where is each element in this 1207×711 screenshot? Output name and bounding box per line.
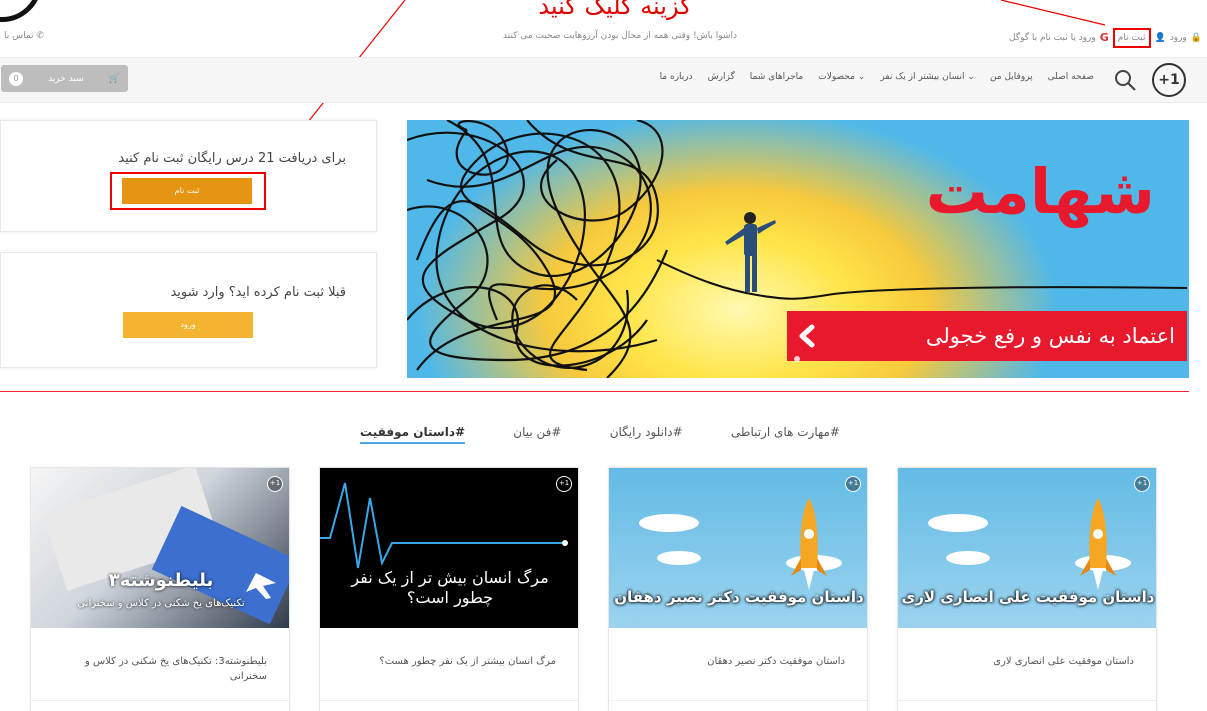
- nav-item-home[interactable]: صفحه اصلی: [1048, 72, 1094, 82]
- post-thumbnail-caption: مرگ انسان بیش تر از یک نفر چطور است؟: [351, 568, 549, 607]
- post-card[interactable]: +1 داستان موفقیت دکتر نصیر دهقان داستان …: [608, 467, 868, 711]
- cart-button[interactable]: 0 سبد خرید 🛒: [1, 65, 128, 92]
- google-login-link[interactable]: ورود یا ثبت نام با گوگل: [1009, 32, 1096, 44]
- banner-subtitle: اعتماد به نفس و رفع خجولی: [925, 324, 1175, 348]
- register-panel-title: برای دریافت 21 درس رایگان ثبت نام کنید: [118, 151, 346, 166]
- cart-count-badge: 0: [9, 71, 23, 86]
- tab-free-download[interactable]: #دانلود رایگان: [610, 425, 683, 444]
- post-thumbnail: +1 داستان موفقیت علی انصاری لاری: [898, 468, 1156, 628]
- cart-label: سبد خرید: [48, 73, 84, 84]
- login-panel-title: قبلا ثبت نام کرده اید؟ وارد شوید: [170, 285, 346, 300]
- contact-label: تماس با: [4, 31, 34, 41]
- hero-banner[interactable]: شهامت اعتماد به نفس و رفع خجولی: [407, 120, 1189, 378]
- banner-title: شهامت: [925, 155, 1155, 228]
- post-title[interactable]: داستان موفقیت دکتر نصیر دهقان: [625, 654, 845, 669]
- user-icon: 👤: [1154, 33, 1166, 43]
- nav-menu: صفحه اصلی پروفایل من انسان بیشتر از یک ن…: [660, 72, 1094, 82]
- login-button[interactable]: ورود: [123, 312, 253, 338]
- category-tabs: #داستان موفقیت #فن بیان #دانلود رایگان #…: [360, 425, 840, 444]
- contact-link[interactable]: ✆ تماس با: [4, 30, 44, 42]
- annotation-arrow-register-top: [1000, 0, 1106, 26]
- post-thumbnail-caption: داستان موفقیت دکتر نصیر دهقان: [614, 588, 864, 606]
- chevron-left-icon: [799, 324, 815, 348]
- post-thumbnail: +1 مرگ انسان بیش تر از یک نفر چطور است؟: [320, 468, 578, 628]
- plus-one-badge: +1: [1134, 476, 1150, 492]
- google-icon: G: [1099, 31, 1109, 44]
- login-link[interactable]: ورود: [1170, 32, 1187, 44]
- nav-item-profile[interactable]: پروفایل من: [990, 72, 1033, 82]
- plus-one-badge: +1: [556, 476, 572, 492]
- tab-public-speaking[interactable]: #فن بیان: [513, 425, 561, 444]
- nav-item-about[interactable]: درباره ما: [660, 72, 693, 82]
- man-on-rope: [725, 212, 776, 292]
- post-meta: ...: [414, 705, 422, 711]
- card-divider: [898, 700, 1156, 701]
- login-panel: قبلا ثبت نام کرده اید؟ وارد شوید: [0, 252, 377, 368]
- nav-item-report[interactable]: گزارش: [708, 72, 735, 82]
- post-thumbnail-caption: بلیطنوشته۳: [108, 570, 214, 591]
- card-divider: [320, 700, 578, 701]
- phone-icon: ✆: [36, 31, 44, 41]
- register-button-highlight: [110, 172, 266, 210]
- register-link[interactable]: ثبت نام: [1112, 28, 1151, 48]
- slider-dot[interactable]: [794, 356, 800, 362]
- plus-one-logo[interactable]: +1: [1152, 63, 1186, 97]
- post-title[interactable]: بلیطنوشته3: تکنیک‌های یخ شکنی در کلاس و …: [47, 654, 267, 684]
- register-link-label: ثبت نام: [1117, 33, 1146, 43]
- post-meta: ...: [125, 705, 133, 711]
- post-thumbnail: +1 بلیطنوشته۳ تکنیک‌های یخ شکنی در کلاس …: [31, 468, 289, 628]
- card-divider: [31, 700, 289, 701]
- post-meta: ...: [992, 705, 1000, 711]
- post-thumbnail: +1 داستان موفقیت دکتر نصیر دهقان: [609, 468, 867, 628]
- nav-item-more-than-one[interactable]: انسان بیشتر از یک نفر ⌄: [880, 72, 975, 82]
- banner-subtitle-strip[interactable]: اعتماد به نفس و رفع خجولی: [787, 311, 1187, 361]
- cart-icon: 🛒: [108, 73, 120, 84]
- site-tagline: داشوا باش! وقتی همه از محال بودن آرزوهای…: [503, 31, 737, 41]
- tab-communication-skills[interactable]: #مهارت های ارتباطی: [731, 425, 840, 444]
- card-divider: [609, 700, 867, 701]
- nav-item-products[interactable]: محصولات ⌄: [818, 72, 865, 82]
- post-thumbnail-subcaption: تکنیک‌های یخ شکنی در کلاس و سخنرانی: [77, 598, 245, 609]
- top-auth-links: 🔒 ورود 👤 ثبت نام G ورود یا ثبت نام با گو…: [1009, 28, 1202, 48]
- post-title[interactable]: داستان موفقیت علی انصاری لاری: [914, 654, 1134, 669]
- plus-one-badge: +1: [845, 476, 861, 492]
- section-divider: [0, 391, 1189, 392]
- lock-icon: 🔒: [1190, 33, 1202, 43]
- post-meta: ...: [703, 705, 711, 711]
- post-card[interactable]: +1 داستان موفقیت علی انصاری لاری داستان …: [897, 467, 1157, 711]
- post-title[interactable]: مرگ انسان بیشتر از یک نفر چطور هست؟: [336, 654, 556, 669]
- search-icon[interactable]: [1112, 67, 1138, 93]
- post-card[interactable]: +1 مرگ انسان بیش تر از یک نفر چطور است؟ …: [319, 467, 579, 711]
- tab-success-story[interactable]: #داستان موفقیت: [360, 425, 466, 444]
- post-card[interactable]: +1 بلیطنوشته۳ تکنیک‌های یخ شکنی در کلاس …: [30, 467, 290, 711]
- nav-item-stories[interactable]: ماجراهای شما: [750, 72, 803, 82]
- post-thumbnail-caption: داستان موفقیت علی انصاری لاری: [901, 588, 1155, 606]
- plus-one-badge: +1: [267, 476, 283, 492]
